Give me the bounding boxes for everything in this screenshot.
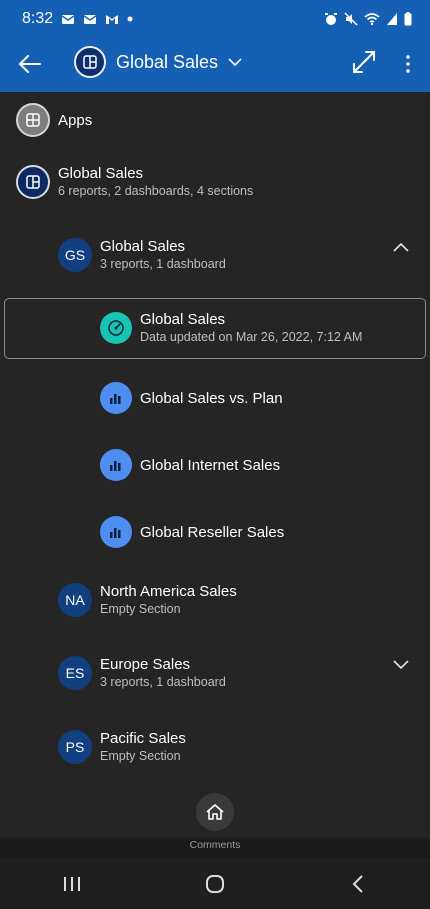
app-icon — [16, 165, 50, 199]
section-global-sales[interactable]: GS Global Sales 3 reports, 1 dashboard — [58, 237, 226, 273]
page-title: Global Sales — [116, 51, 219, 72]
section-subtitle: Empty Section — [100, 602, 181, 616]
gmail-icon — [106, 15, 119, 24]
section-subtitle: 3 reports, 1 dashboard — [100, 257, 226, 271]
report-icon — [100, 382, 132, 414]
report-global-reseller-sales[interactable]: Global Reseller Sales — [100, 516, 284, 548]
more-options-button[interactable] — [398, 48, 418, 80]
alarm-icon — [325, 13, 337, 25]
recent-apps-button[interactable] — [52, 864, 92, 904]
signal-icon — [387, 13, 397, 25]
back-chevron-icon — [352, 874, 364, 893]
system-back-button[interactable] — [338, 864, 378, 904]
section-avatar: NA — [58, 583, 92, 617]
app-switcher[interactable]: Global Sales — [74, 46, 242, 78]
status-bar: 8:32 — [0, 0, 430, 38]
section-subtitle: 3 reports, 1 dashboard — [100, 675, 226, 689]
expand-icon — [353, 51, 375, 73]
battery-icon — [404, 12, 412, 26]
wifi-icon — [364, 13, 380, 26]
system-home-button[interactable] — [195, 864, 235, 904]
section-europe-sales[interactable]: ES Europe Sales 3 reports, 1 dashboard — [58, 655, 226, 691]
section-title: Europe Sales — [100, 656, 191, 673]
app-title: Global Sales — [58, 165, 144, 182]
app-subtitle: 6 reports, 2 dashboards, 4 sections — [58, 184, 254, 198]
home-circle-icon — [205, 874, 224, 893]
notification-dot-icon — [127, 16, 133, 22]
recent-apps-icon — [63, 876, 80, 891]
back-arrow-icon — [19, 55, 41, 73]
comments-label: Comments — [189, 839, 241, 851]
status-time: 8:32 — [22, 10, 54, 27]
expand-button[interactable] — [352, 50, 380, 78]
section-north-america-sales[interactable]: NA North America Sales Empty Section — [58, 582, 237, 618]
dashboard-icon — [100, 312, 132, 344]
report-global-internet-sales[interactable]: Global Internet Sales — [100, 449, 280, 481]
section-title: North America Sales — [100, 583, 237, 600]
app-item[interactable]: Global Sales 6 reports, 2 dashboards, 4 … — [16, 164, 253, 200]
item-title: Global Sales vs. Plan — [140, 389, 283, 407]
section-pacific-sales[interactable]: PS Pacific Sales Empty Section — [58, 729, 186, 765]
section-avatar: GS — [58, 238, 92, 272]
outlook-mail-icon — [83, 15, 97, 24]
navigation-pane: Apps Global Sales 6 reports, 2 dashboard… — [0, 92, 430, 838]
apps-icon — [16, 103, 50, 137]
app-header: Global Sales — [0, 38, 430, 92]
comments-bar[interactable]: Comments — [0, 838, 430, 858]
chevron-down-icon[interactable] — [393, 660, 409, 670]
system-nav-bar — [0, 858, 430, 909]
app-icon — [74, 46, 106, 78]
section-title: Pacific Sales — [100, 730, 186, 747]
chevron-up-icon[interactable] — [393, 242, 409, 252]
report-icon — [100, 449, 132, 481]
apps-label: Apps — [58, 111, 93, 129]
item-title: Global Reseller Sales — [140, 523, 285, 541]
back-button[interactable] — [14, 48, 46, 80]
section-subtitle: Empty Section — [100, 749, 181, 763]
item-subtitle: Data updated on Mar 26, 2022, 7:12 AM — [140, 330, 363, 344]
item-title: Global Internet Sales — [140, 456, 281, 474]
home-button[interactable] — [196, 793, 234, 831]
chevron-down-icon — [228, 57, 242, 66]
section-avatar: PS — [58, 730, 92, 764]
report-icon — [100, 516, 132, 548]
home-icon — [206, 804, 224, 820]
section-title: Global Sales — [100, 238, 186, 255]
more-vertical-icon — [406, 55, 410, 73]
outlook-mail-icon — [61, 15, 75, 24]
item-title: Global Sales — [140, 311, 226, 328]
mute-icon — [344, 12, 358, 26]
dashboard-global-sales[interactable]: Global Sales Data updated on Mar 26, 202… — [100, 310, 362, 346]
section-avatar: ES — [58, 656, 92, 690]
apps-link[interactable]: Apps — [16, 103, 92, 137]
report-global-sales-vs-plan[interactable]: Global Sales vs. Plan — [100, 382, 283, 414]
